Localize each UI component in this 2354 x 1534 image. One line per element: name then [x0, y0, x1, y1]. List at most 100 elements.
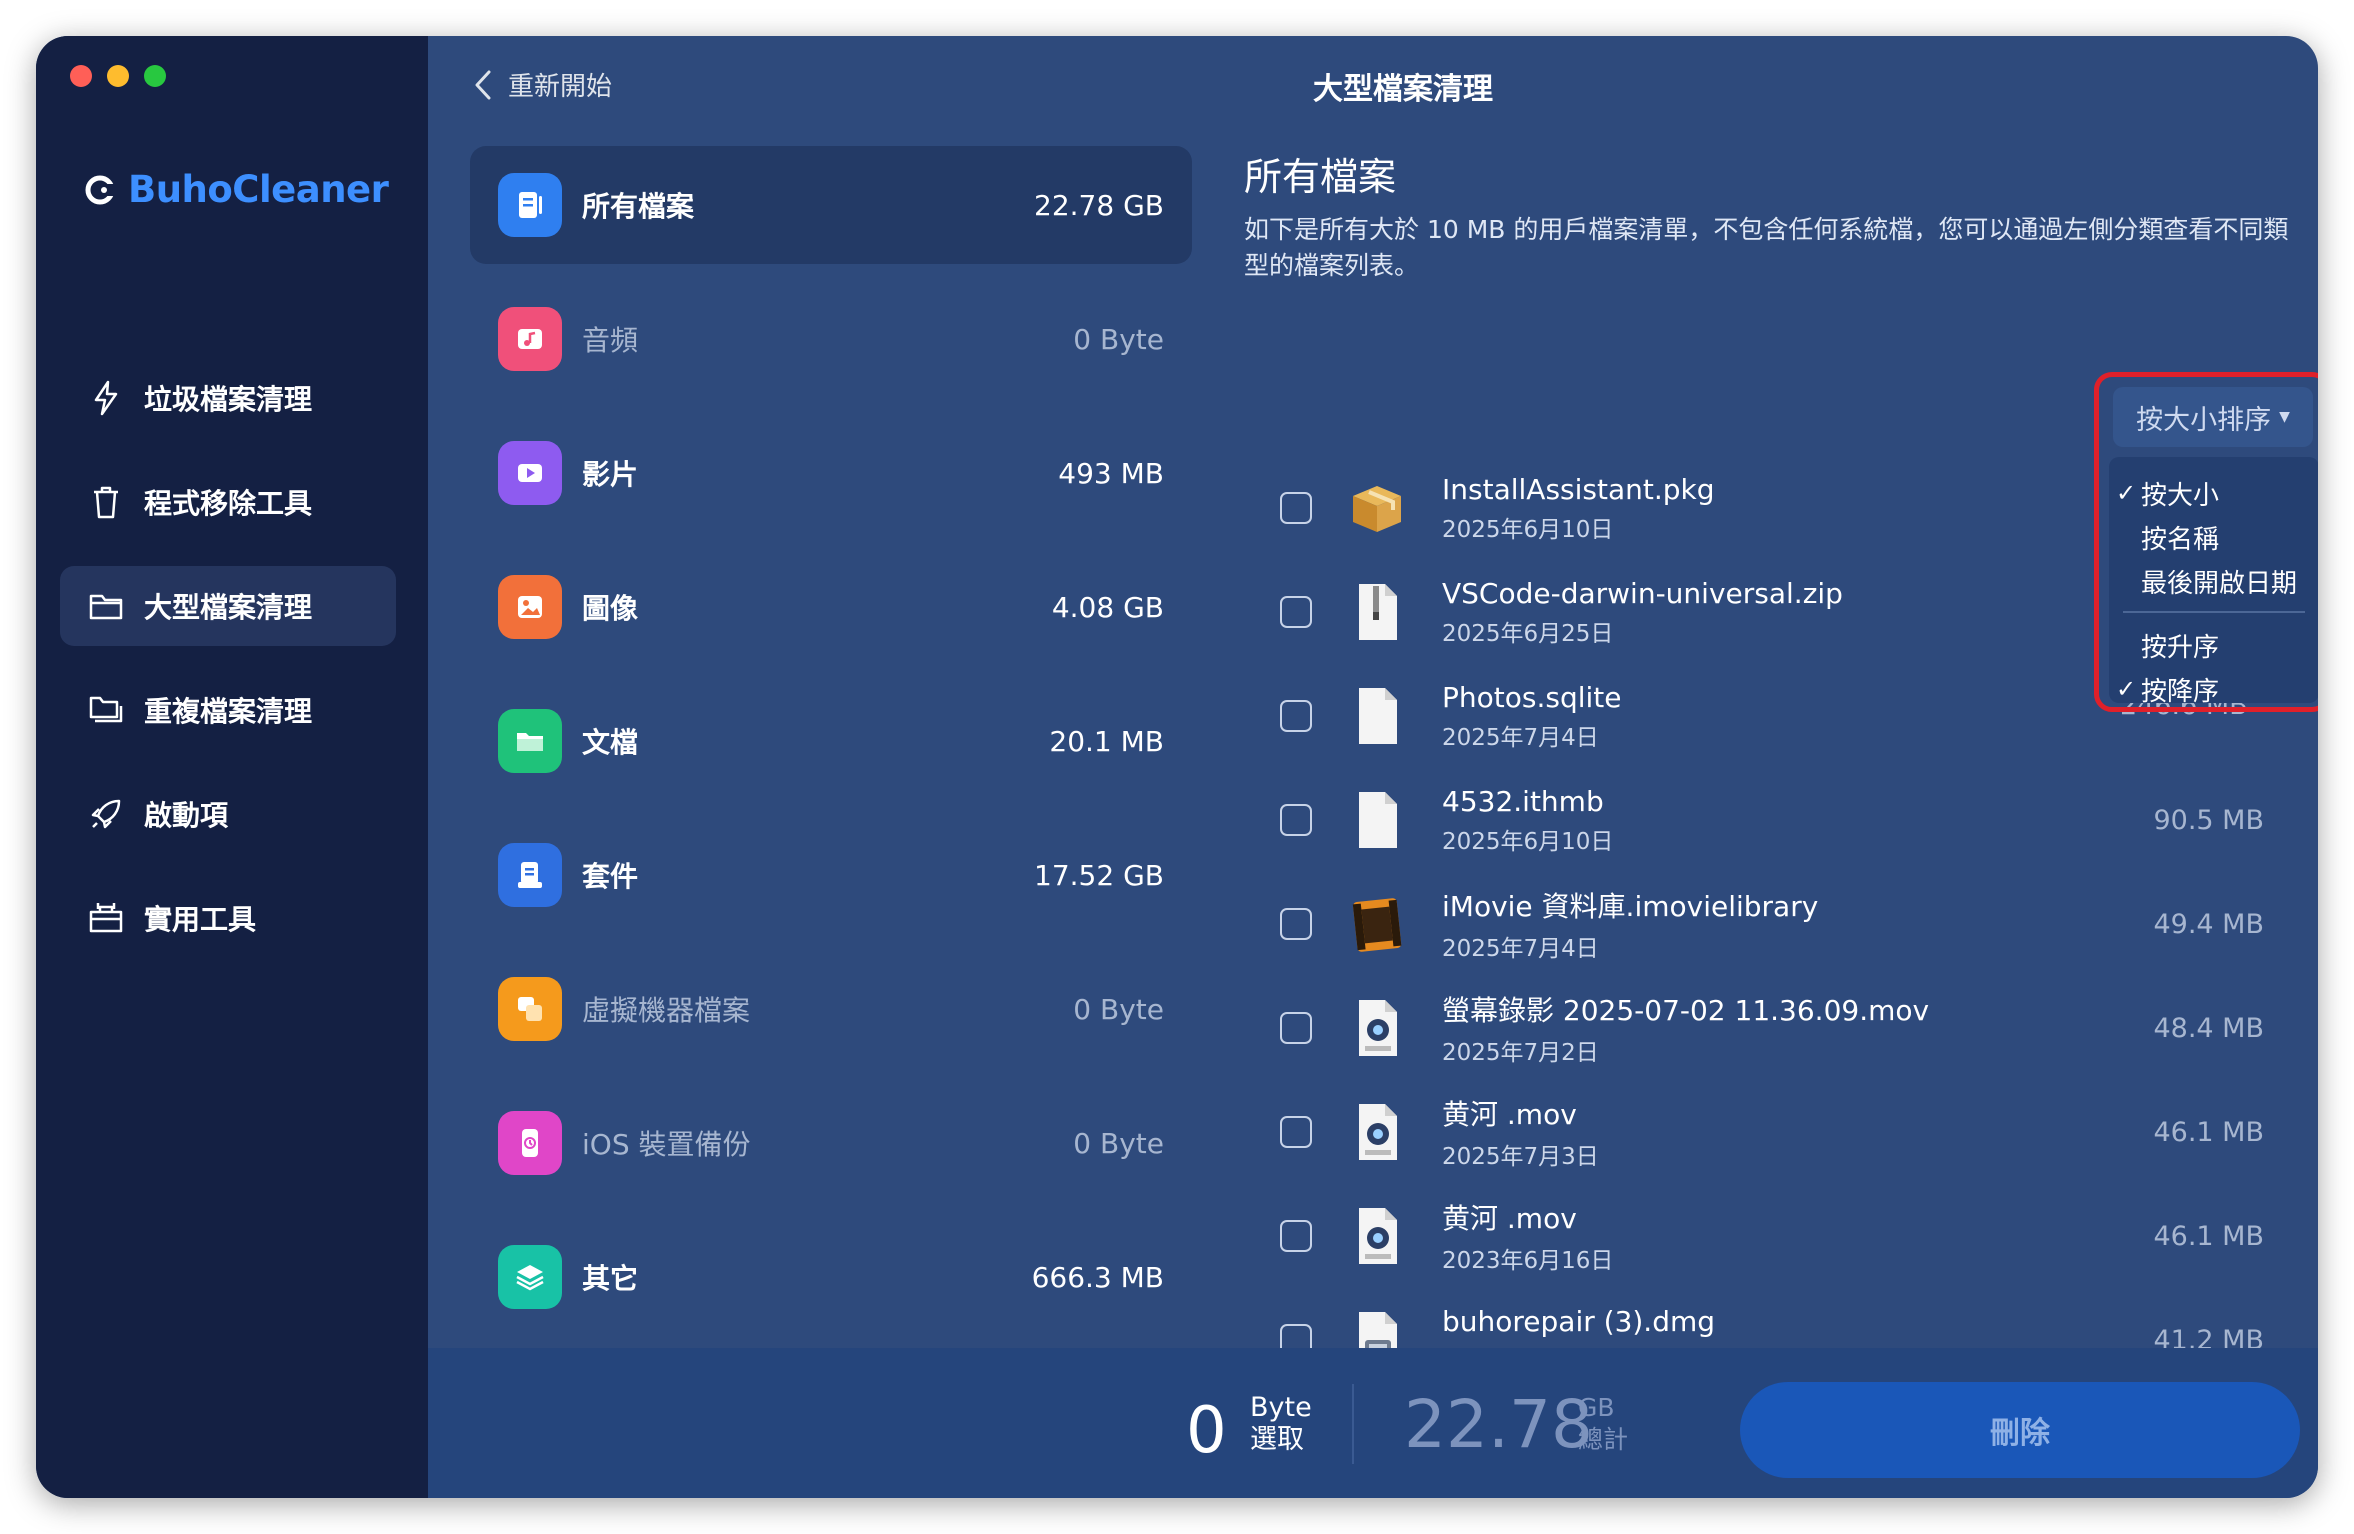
sidebar-item-5[interactable]: 實用工具 — [60, 878, 396, 958]
category-label: 圖像 — [582, 592, 639, 625]
category-label: iOS 裝置備份 — [582, 1128, 751, 1161]
category-size: 4.08 GB — [1051, 590, 1164, 624]
sort-option-label: 按名稱 — [2141, 524, 2220, 555]
sort-option[interactable]: 最後開啟日期 — [2109, 559, 2318, 603]
sort-option[interactable]: 按升序 — [2109, 623, 2318, 667]
menu-separator — [2123, 611, 2305, 613]
file-name: buhorepair (3).dmg — [1442, 1304, 1716, 1338]
mov-file-icon — [1346, 1205, 1408, 1267]
file-meta: iMovie 資料庫.imovielibrary 2025年7月4日 — [1442, 885, 2064, 963]
package-box-icon — [1346, 477, 1408, 539]
mov-file-icon — [1346, 1101, 1408, 1163]
file-row[interactable]: 黄河 .mov 2023年6月16日 46.1 MB — [1244, 1184, 2264, 1288]
category-size: 20.1 MB — [1049, 724, 1164, 758]
checkmark-icon: ✓ — [2115, 675, 2137, 703]
file-date: 2025年7月2日 — [1442, 1040, 1599, 1066]
file-row[interactable]: 螢幕錄影 2025-07-02 11.36.09.mov 2025年7月2日 48.… — [1244, 976, 2264, 1080]
file-name: 黄河 .mov — [1442, 1202, 1577, 1235]
duplicate-folder-icon — [86, 690, 126, 730]
file-meta: 螢幕錄影 2025-07-02 11.36.09.mov 2025年7月2日 — [1442, 989, 2064, 1067]
category-label: 文檔 — [582, 726, 639, 759]
category-size: 17.52 GB — [1034, 858, 1164, 892]
document-folder-icon — [498, 709, 562, 773]
category-item-8[interactable]: 其它 666.3 MB — [470, 1218, 1192, 1336]
total-unit-block: GB 總計 — [1578, 1392, 1628, 1456]
file-name: InstallAssistant.pkg — [1442, 472, 1715, 506]
category-item-1[interactable]: 音頻 0 Byte — [470, 280, 1192, 398]
sidebar-item-label: 啟動項 — [144, 799, 229, 832]
file-name: VSCode-darwin-universal.zip — [1442, 576, 1843, 610]
file-name: 4532.ithmb — [1442, 784, 1604, 818]
section-description: 如下是所有大於 10 MB 的用戶檔案清單，不包含任何系統檔，您可以通過左側分類… — [1244, 215, 2289, 280]
toolbox-icon — [86, 898, 126, 938]
sidebar-item-label: 垃圾檔案清理 — [144, 383, 313, 416]
file-size: 46.1 MB — [2153, 1220, 2264, 1252]
category-item-3[interactable]: 圖像 4.08 GB — [470, 548, 1192, 666]
file-checkbox[interactable] — [1280, 492, 1312, 524]
file-checkbox[interactable] — [1280, 908, 1312, 940]
file-checkbox[interactable] — [1280, 596, 1312, 628]
checkmark-icon: ✓ — [2115, 479, 2137, 507]
category-item-5[interactable]: 套件 17.52 GB — [470, 816, 1192, 934]
file-size: 46.1 MB — [2153, 1116, 2264, 1148]
category-list: 所有檔案 22.78 GB 音頻 0 Byte 影片 493 MB 圖像 4.08 GB 文檔 2… — [470, 146, 1192, 1352]
category-item-6[interactable]: 虛擬機器檔案 0 Byte — [470, 950, 1192, 1068]
file-name: 黄河 .mov — [1442, 1098, 1577, 1131]
sidebar-item-4[interactable]: 啟動項 — [60, 774, 396, 854]
blank-file-icon — [1346, 789, 1408, 851]
buho-logo-icon — [85, 175, 116, 204]
category-label: 音頻 — [582, 324, 639, 357]
category-label: 其它 — [582, 1262, 639, 1295]
video-icon — [498, 441, 562, 505]
file-checkbox[interactable] — [1280, 700, 1312, 732]
sort-menu: ✓ 按大小 按名稱 最後開啟日期 按升序 ✓ 按降序 — [2109, 457, 2318, 707]
sort-option[interactable]: ✓ 按降序 — [2109, 667, 2318, 711]
file-name: iMovie 資料庫.imovielibrary — [1442, 890, 1819, 923]
sidebar-item-label: 實用工具 — [144, 903, 257, 936]
section-heading: 所有檔案 — [1244, 155, 1397, 199]
sidebar-item-2[interactable]: 大型檔案清理 — [60, 566, 396, 646]
category-item-4[interactable]: 文檔 20.1 MB — [470, 682, 1192, 800]
sidebar-item-label: 重複檔案清理 — [144, 695, 313, 728]
file-checkbox[interactable] — [1280, 804, 1312, 836]
file-checkbox[interactable] — [1280, 1012, 1312, 1044]
category-item-2[interactable]: 影片 493 MB — [470, 414, 1192, 532]
file-date: 2025年7月4日 — [1442, 936, 1599, 962]
file-checkbox[interactable] — [1280, 1116, 1312, 1148]
category-item-7[interactable]: iOS 裝置備份 0 Byte — [470, 1084, 1192, 1202]
sidebar-item-label: 程式移除工具 — [144, 487, 313, 520]
sort-button-label: 按大小排序 — [2136, 404, 2272, 436]
file-meta: 4532.ithmb 2025年6月10日 — [1442, 785, 2064, 856]
file-checkbox[interactable] — [1280, 1220, 1312, 1252]
file-date: 2025年6月25日 — [1442, 620, 1614, 647]
delete-button[interactable]: 刪除 — [1740, 1382, 2300, 1478]
sort-option[interactable]: ✓ 按大小 — [2109, 471, 2318, 515]
selected-unit: Byte — [1250, 1392, 1312, 1423]
sidebar-item-0[interactable]: 垃圾檔案清理 — [60, 358, 396, 438]
category-label: 套件 — [582, 860, 639, 893]
sidebar-nav: 垃圾檔案清理 程式移除工具大型檔案清理重複檔案清理 啟動項實用工具 — [60, 358, 396, 982]
sort-button[interactable]: 按大小排序 ▼ — [2113, 387, 2313, 447]
selected-value: 0 — [1186, 1394, 1227, 1468]
virtual-machine-icon — [498, 977, 562, 1041]
minimize-button[interactable] — [107, 65, 129, 87]
category-label: 影片 — [582, 458, 639, 491]
file-row[interactable]: 黄河 .mov 2025年7月3日 46.1 MB — [1244, 1080, 2264, 1184]
file-date: 2025年7月3日 — [1442, 1144, 1599, 1170]
sidebar-item-3[interactable]: 重複檔案清理 — [60, 670, 396, 750]
sidebar-item-1[interactable]: 程式移除工具 — [60, 462, 396, 542]
sort-option[interactable]: 按名稱 — [2109, 515, 2318, 559]
zoom-button[interactable] — [144, 65, 166, 87]
close-button[interactable] — [70, 65, 92, 87]
file-name: Photos.sqlite — [1442, 680, 1622, 714]
category-item-0[interactable]: 所有檔案 22.78 GB — [470, 146, 1192, 264]
selected-label: 選取 — [1250, 1424, 1304, 1455]
page-title: 大型檔案清理 — [1313, 72, 1493, 107]
ios-backup-icon — [498, 1111, 562, 1175]
bottom-bar: 0 Byte 選取 22.78 GB 總計 刪除 — [428, 1348, 2318, 1498]
app-window: BuhoCleaner 垃圾檔案清理 程式移除工具 大型檔案清理 重複檔案清理 啟動項實… — [36, 36, 2318, 1498]
file-row[interactable]: iMovie 資料庫.imovielibrary 2025年7月4日 49.4 MB — [1244, 872, 2264, 976]
file-row[interactable]: 4532.ithmb 2025年6月10日 90.5 MB — [1244, 768, 2264, 872]
trash-icon — [86, 482, 126, 522]
file-size: 90.5 MB — [2153, 804, 2264, 836]
